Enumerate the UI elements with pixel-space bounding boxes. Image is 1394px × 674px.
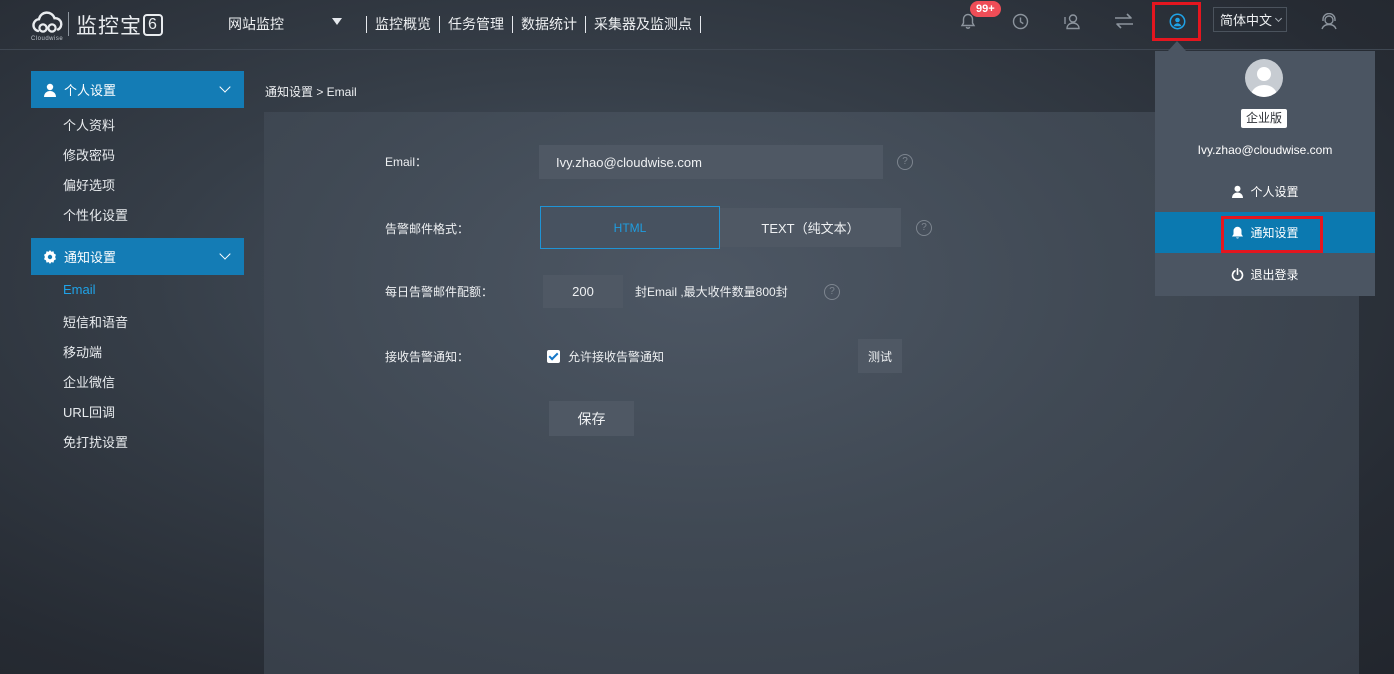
sidebar-item-wecom[interactable]: 企业微信 — [63, 372, 115, 391]
format-option-label: HTML — [613, 220, 647, 235]
sidebar-item-email[interactable]: Email — [63, 282, 96, 297]
user-icon — [1231, 185, 1245, 199]
user-dropdown: 企业版 Ivy.zhao@cloudwise.com 个人设置 通知设置 退出登… — [1155, 51, 1375, 296]
sidebar-item-do-not-disturb[interactable]: 免打扰设置 — [63, 432, 128, 451]
user-email: Ivy.zhao@cloudwise.com — [1197, 143, 1333, 157]
menu-item-personal-settings[interactable]: 个人设置 — [1155, 171, 1375, 212]
sidebar-group-label: 个人设置 — [64, 83, 117, 98]
email-value: Ivy.zhao@cloudwise.com — [556, 154, 702, 170]
format-option-html[interactable]: HTML — [540, 206, 720, 249]
nav-item-overview[interactable]: 监控概览 — [375, 14, 431, 34]
menu-item-label: 退出登录 — [1250, 268, 1299, 282]
nav-divider — [512, 15, 513, 33]
sidebar-group-personal[interactable]: 个人设置 — [31, 71, 244, 108]
format-option-text[interactable]: TEXT（纯文本） — [720, 208, 901, 247]
save-button-label: 保存 — [577, 410, 606, 427]
save-button[interactable]: 保存 — [549, 401, 634, 436]
quota-value: 200 — [572, 284, 594, 299]
email-label: Email： — [385, 155, 428, 169]
clock-icon[interactable] — [1009, 10, 1031, 32]
support-icon[interactable] — [1318, 10, 1340, 32]
help-icon[interactable]: ? — [824, 284, 840, 300]
test-button-label: 测试 — [867, 349, 892, 364]
sidebar-item-personalization[interactable]: 个性化设置 — [63, 205, 128, 224]
breadcrumb: 通知设置 > Email — [265, 85, 357, 99]
receive-checkbox-label[interactable]: 允许接收告警通知 — [568, 348, 664, 365]
chevron-down-icon — [219, 81, 231, 93]
help-icon[interactable]: ? — [916, 220, 932, 236]
product-menu[interactable]: 网站监控 — [228, 14, 284, 34]
switch-icon[interactable] — [1113, 10, 1135, 32]
power-icon — [1231, 268, 1245, 282]
nav-divider — [366, 15, 367, 33]
user-icon-highlight — [1152, 2, 1201, 41]
menu-item-logout[interactable]: 退出登录 — [1155, 254, 1375, 295]
caret-down-icon[interactable] — [332, 18, 342, 25]
nav-divider — [700, 15, 701, 33]
language-label: 简体中文 — [1220, 13, 1273, 28]
chevron-down-icon — [1274, 14, 1283, 22]
contacts-icon[interactable] — [1061, 10, 1083, 32]
format-label: 告警邮件格式： — [385, 222, 470, 236]
user-icon — [43, 82, 59, 98]
sidebar-item-profile[interactable]: 个人资料 — [63, 115, 115, 134]
quota-input[interactable]: 200 — [543, 275, 623, 308]
format-option-label: TEXT（纯文本） — [761, 221, 860, 236]
sidebar-item-sms-voice[interactable]: 短信和语音 — [63, 312, 128, 331]
menu-item-notification-settings[interactable]: 通知设置 — [1155, 212, 1375, 253]
cloud-logo-icon: Cloudwise — [30, 9, 66, 42]
logo[interactable]: Cloudwise 监控宝 6 — [30, 8, 163, 42]
receive-checkbox[interactable] — [547, 350, 560, 363]
dropdown-caret — [1168, 41, 1186, 51]
test-button[interactable]: 测试 — [858, 339, 902, 373]
nav-item-tasks[interactable]: 任务管理 — [448, 14, 504, 34]
menu-item-label: 个人设置 — [1250, 185, 1299, 199]
edition-badge: 企业版 — [1241, 109, 1288, 128]
notification-badge: 99+ — [970, 1, 1001, 17]
avatar — [1245, 59, 1283, 97]
sidebar-item-url-callback[interactable]: URL回调 — [63, 402, 115, 421]
logo-title: 监控宝 — [76, 15, 142, 38]
email-field[interactable]: Ivy.zhao@cloudwise.com — [539, 145, 883, 179]
logo-divider — [68, 12, 69, 36]
nav-item-statistics[interactable]: 数据统计 — [521, 14, 577, 34]
main-nav: 监控概览 任务管理 数据统计 采集器及监测点 — [358, 14, 709, 34]
sidebar-item-preferences[interactable]: 偏好选项 — [63, 175, 115, 194]
nav-item-collectors[interactable]: 采集器及监测点 — [594, 14, 692, 34]
chevron-down-icon — [219, 248, 231, 260]
receive-label: 接收告警通知： — [385, 350, 470, 364]
sidebar-group-notification[interactable]: 通知设置 — [31, 238, 244, 275]
quota-label: 每日告警邮件配额： — [385, 285, 494, 299]
sidebar-item-password[interactable]: 修改密码 — [63, 145, 115, 164]
help-icon[interactable]: ? — [897, 154, 913, 170]
quota-note: 封Email ,最大收件数量800封 — [635, 285, 788, 299]
sidebar-item-mobile[interactable]: 移动端 — [63, 342, 102, 361]
nav-divider — [585, 15, 586, 33]
logo-subtitle: Cloudwise — [31, 36, 64, 42]
notification-settings-highlight — [1221, 216, 1323, 253]
gear-icon — [43, 249, 59, 265]
logo-version: 6 — [143, 14, 163, 36]
nav-divider — [439, 15, 440, 33]
sidebar-group-label: 通知设置 — [64, 250, 117, 265]
language-select[interactable]: 简体中文 — [1213, 7, 1287, 32]
